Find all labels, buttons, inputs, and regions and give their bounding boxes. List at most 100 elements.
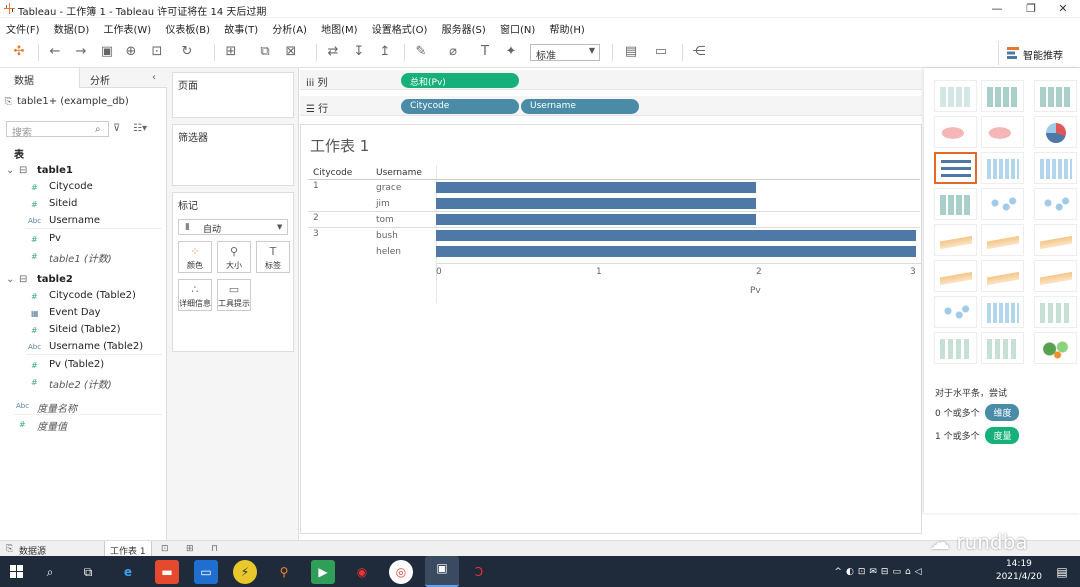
chrome-icon[interactable]: ◎ — [389, 560, 413, 584]
username-cell[interactable]: helen — [376, 247, 401, 257]
fit-select[interactable]: 标准 ▼ — [530, 44, 600, 62]
field-table1-count[interactable]: table1 (计数) — [49, 250, 112, 265]
swap-rows-columns-icon[interactable]: ⇄ — [324, 43, 342, 61]
refresh-icon[interactable]: ↻ — [178, 43, 196, 61]
tooltip-button[interactable]: ▭ 工具提示 — [217, 279, 251, 311]
duplicate-sheet-icon[interactable]: ⧉ — [256, 43, 274, 61]
bar-mark[interactable] — [436, 214, 756, 225]
chart-type-filled-map-icon[interactable] — [981, 116, 1024, 148]
chart-type-scatter-plot-icon[interactable] — [934, 296, 977, 328]
chart-type-side-by-side-bars-icon[interactable] — [1034, 152, 1077, 184]
app-icon[interactable]: ⚡ — [233, 560, 257, 584]
table2-name[interactable]: table2 — [37, 274, 73, 285]
columns-pill-sum-pv[interactable]: 总和(Pv) — [401, 73, 519, 88]
app-icon[interactable]: Ↄ — [467, 560, 491, 584]
expand-table1-icon[interactable]: ⌄ — [6, 165, 14, 176]
username-cell[interactable]: jim — [376, 199, 390, 209]
restore-button[interactable]: ❐ — [1016, 1, 1046, 17]
new-story-icon[interactable]: ⊓ — [211, 544, 218, 554]
chart-type-lines-continuous-icon[interactable] — [934, 224, 977, 256]
citycode-cell[interactable]: 1 — [313, 181, 319, 191]
username-cell[interactable]: bush — [376, 231, 398, 241]
bar-mark[interactable] — [436, 246, 916, 257]
chart-type-histogram-icon[interactable] — [981, 296, 1024, 328]
header-citycode[interactable]: Citycode — [313, 168, 352, 178]
chart-type-bullet-graph-icon[interactable] — [981, 332, 1024, 364]
chart-type-side-by-side-circles-icon[interactable] — [1034, 188, 1077, 220]
chart-type-area-continuous-icon[interactable] — [934, 260, 977, 292]
fix-axes-icon[interactable]: ✦ — [502, 43, 520, 61]
tab-analysis[interactable]: 分析 — [90, 68, 110, 88]
chart-type-box-whisker-icon[interactable] — [1034, 296, 1077, 328]
remote-app-icon[interactable]: ▭ — [194, 560, 218, 584]
rows-pill-citycode[interactable]: Citycode — [401, 99, 519, 114]
field-username-table2[interactable]: Username (Table2) — [49, 341, 143, 352]
field-siteid[interactable]: Siteid — [49, 198, 77, 209]
field-username[interactable]: Username — [49, 215, 100, 226]
columns-shelf[interactable]: iii 列 总和(Pv) — [300, 70, 922, 90]
menu-server[interactable]: 服务器(S) — [436, 18, 491, 36]
task-view-icon[interactable]: ⧉ — [76, 560, 100, 584]
filter-icon[interactable]: ⊽ — [113, 123, 120, 134]
sort-ascending-icon[interactable]: ↧ — [350, 43, 368, 61]
edge-browser-icon[interactable]: e — [116, 560, 140, 584]
menu-map[interactable]: 地图(M) — [315, 18, 362, 36]
save-icon[interactable]: ▣ — [98, 43, 116, 61]
show-cards-icon[interactable]: ▤ — [622, 43, 640, 61]
new-dashboard-icon[interactable]: ⊞ — [186, 544, 194, 554]
menu-analysis[interactable]: 分析(A) — [266, 18, 312, 36]
rows-pill-username[interactable]: Username — [521, 99, 639, 114]
expand-table2-icon[interactable]: ⌄ — [6, 274, 14, 285]
windows-start-icon[interactable] — [10, 565, 23, 578]
field-event-day[interactable]: Event Day — [49, 307, 101, 318]
rows-shelf[interactable]: ☰ 行 Citycode Username — [300, 96, 922, 116]
chart-type-treemap-icon[interactable] — [934, 188, 977, 220]
field-pv[interactable]: Pv — [49, 233, 61, 244]
menu-dashboard[interactable]: 仪表板(B) — [159, 18, 215, 36]
pages-shelf[interactable]: 页面 — [172, 72, 294, 118]
notification-icon[interactable]: ▤ — [1050, 560, 1074, 584]
tableau-taskbar-icon[interactable]: ▣ — [425, 556, 459, 587]
chart-type-area-discrete-icon[interactable] — [981, 260, 1024, 292]
chart-type-pie-chart-icon[interactable] — [1034, 116, 1077, 148]
menu-story[interactable]: 故事(T) — [218, 18, 263, 36]
chart-type-heat-map-icon[interactable] — [981, 80, 1024, 112]
presentation-mode-icon[interactable]: ▭ — [652, 43, 670, 61]
redo-icon[interactable]: → — [72, 43, 90, 61]
filters-shelf[interactable]: 筛选器 — [172, 124, 294, 186]
username-cell[interactable]: grace — [376, 183, 401, 193]
media-player-icon[interactable]: ▶ — [311, 560, 335, 584]
show-me-button[interactable]: 智能推荐 — [998, 41, 1078, 65]
chart-type-packed-bubbles-icon[interactable] — [1034, 332, 1077, 364]
share-icon[interactable]: ⋲ — [690, 43, 708, 61]
table1-name[interactable]: table1 — [37, 165, 73, 176]
username-cell[interactable]: tom — [376, 215, 394, 225]
detail-button[interactable]: ∴ 详细信息 — [178, 279, 212, 311]
undo-icon[interactable]: ← — [46, 43, 64, 61]
field-citycode[interactable]: Citycode — [49, 181, 93, 192]
chart-type-symbol-map-icon[interactable] — [934, 116, 977, 148]
search-tool-icon[interactable]: ⚲ — [272, 560, 296, 584]
tableau-home-icon[interactable]: ✣ — [10, 43, 28, 61]
bar-mark[interactable] — [436, 230, 916, 241]
menu-window[interactable]: 窗口(N) — [494, 18, 540, 36]
menu-format[interactable]: 设置格式(O) — [366, 18, 433, 36]
highlight-icon[interactable]: ✎ — [412, 43, 430, 61]
pause-updates-icon[interactable]: ⊡ — [148, 43, 166, 61]
color-button[interactable]: ⁘ 颜色 — [178, 241, 212, 273]
view-options-icon[interactable]: ☷▾ — [133, 123, 147, 134]
chart-type-stacked-bars-icon[interactable] — [981, 152, 1024, 184]
field-measure-values[interactable]: 度量值 — [37, 418, 67, 433]
clear-sheet-icon[interactable]: ⊠ — [282, 43, 300, 61]
system-tray-icons[interactable]: ^◐⊡✉⊟▭⌂◁ — [830, 560, 930, 584]
size-button[interactable]: ⚲ 大小 — [217, 241, 251, 273]
field-measure-names[interactable]: 度量名称 — [37, 400, 77, 415]
chart-type-text-table-icon[interactable] — [934, 80, 977, 112]
menu-data[interactable]: 数据(D) — [48, 18, 95, 36]
chart-type-highlight-table-icon[interactable] — [1034, 80, 1077, 112]
taskbar-clock[interactable]: 14:19 2021/4/20 — [996, 558, 1042, 584]
minimize-button[interactable]: — — [982, 1, 1012, 17]
mark-type-select[interactable]: ▮ 自动 ▼ — [178, 219, 288, 235]
tab-data[interactable]: 数据 — [0, 68, 80, 88]
chart-type-lines-discrete-icon[interactable] — [981, 224, 1024, 256]
